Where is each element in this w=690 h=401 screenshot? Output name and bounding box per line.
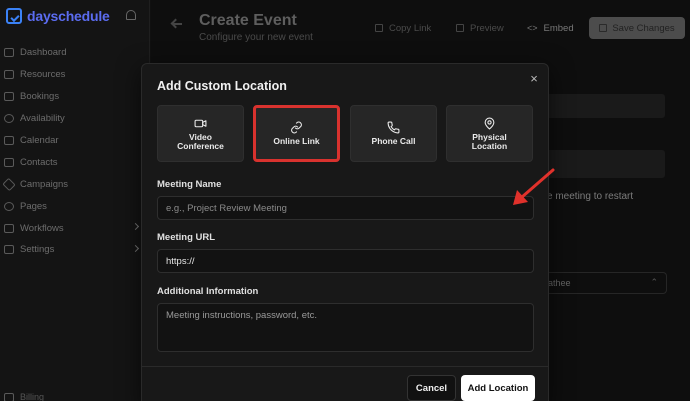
meeting-name-input[interactable] — [157, 196, 534, 220]
link-icon — [291, 121, 302, 134]
close-icon[interactable]: × — [527, 72, 541, 86]
option-phone-call[interactable]: Phone Call — [350, 105, 437, 162]
option-label: Video Conference — [177, 131, 224, 151]
copy-link-label: Copy Link — [389, 22, 432, 34]
sidebar-item-bookings[interactable]: Bookings — [4, 86, 144, 108]
background-panel — [541, 150, 665, 178]
globe-icon — [4, 201, 14, 211]
bell-icon[interactable] — [126, 10, 136, 20]
video-camera-icon — [194, 119, 207, 127]
modal-title: Add Custom Location — [157, 79, 287, 93]
sidebar: dayschedule Dashboard Resources Bookings… — [0, 0, 150, 401]
sidebar-item-workflows[interactable]: Workflows — [4, 217, 144, 239]
page-subtitle: Configure your new event — [199, 32, 313, 43]
rocket-icon — [2, 177, 16, 191]
sidebar-nav: Dashboard Resources Bookings Availabilit… — [2, 42, 144, 261]
back-arrow-icon[interactable] — [173, 23, 182, 25]
option-online-link[interactable]: Online Link — [253, 105, 340, 162]
calendar-check-logo-icon — [6, 8, 22, 24]
sidebar-item-pages[interactable]: Pages — [4, 195, 144, 217]
sidebar-item-label: Contacts — [20, 156, 58, 168]
preview-button[interactable]: Preview — [456, 17, 504, 39]
logo-text: dayschedule — [27, 8, 110, 24]
preview-label: Preview — [470, 22, 504, 34]
sidebar-item-campaigns[interactable]: Campaigns — [2, 173, 144, 195]
option-physical-location[interactable]: Physical Location — [446, 105, 533, 162]
sidebar-item-label: Bookings — [20, 91, 60, 103]
folder-icon — [4, 70, 14, 80]
option-label: Physical Location — [471, 131, 508, 151]
save-changes-label: Save Changes — [612, 22, 675, 34]
map-pin-icon — [484, 117, 495, 129]
background-select-value: athee — [548, 278, 571, 288]
background-select[interactable]: athee — [537, 272, 667, 294]
save-icon — [599, 24, 608, 32]
copy-link-button[interactable]: Copy Link — [375, 17, 431, 39]
embed-label: Embed — [543, 22, 574, 34]
sidebar-item-label: Availability — [20, 113, 65, 125]
meeting-url-input[interactable] — [157, 249, 534, 273]
additional-information-textarea[interactable] — [157, 303, 534, 352]
sidebar-item-dashboard[interactable]: Dashboard — [4, 42, 144, 64]
meeting-name-label: Meeting Name — [157, 179, 222, 190]
sidebar-item-label: Campaigns — [20, 178, 69, 190]
phone-icon — [387, 121, 400, 134]
sidebar-item-settings[interactable]: Settings — [4, 239, 144, 261]
app-logo[interactable]: dayschedule — [6, 8, 110, 24]
calendar-check-icon — [4, 92, 14, 102]
sidebar-item-availability[interactable]: Availability — [4, 108, 144, 130]
chart-icon — [4, 48, 14, 58]
clock-icon — [4, 114, 14, 124]
option-label: Online Link — [273, 136, 320, 146]
sidebar-item-billing[interactable]: Billing — [4, 392, 44, 401]
sliders-icon — [4, 245, 14, 255]
sidebar-item-label: Dashboard — [20, 47, 67, 59]
sidebar-item-label: Calendar — [20, 135, 59, 146]
sidebar-item-label: Resources — [20, 69, 66, 81]
sidebar-item-resources[interactable]: Resources — [4, 64, 144, 86]
save-changes-button[interactable]: Save Changes — [589, 17, 685, 39]
sidebar-item-label: Pages — [20, 200, 47, 212]
modal-footer-divider — [142, 366, 548, 367]
contacts-icon — [4, 157, 14, 167]
external-link-icon — [456, 24, 464, 32]
chevron-right-icon — [131, 244, 140, 253]
sidebar-item-contacts[interactable]: Contacts — [4, 151, 144, 173]
calendar-icon — [4, 136, 14, 145]
meeting-url-label: Meeting URL — [157, 232, 216, 243]
additional-information-label: Additional Information — [157, 286, 259, 297]
add-location-button[interactable]: Add Location — [461, 375, 535, 401]
sidebar-item-label: Settings — [20, 244, 55, 256]
add-custom-location-modal: Add Custom Location × Video Conference O… — [141, 63, 549, 401]
flow-icon — [4, 223, 14, 233]
background-restart-text: e meeting to restart — [547, 191, 634, 202]
sidebar-item-label: Billing — [20, 392, 45, 401]
card-icon — [4, 392, 14, 401]
cancel-button[interactable]: Cancel — [407, 375, 456, 401]
chevron-right-icon — [131, 223, 140, 231]
page-title: Create Event — [199, 12, 297, 29]
option-video-conference[interactable]: Video Conference — [157, 105, 244, 162]
copy-icon — [375, 24, 383, 32]
background-panel — [541, 94, 665, 118]
sidebar-item-label: Workflows — [20, 222, 64, 234]
option-label: Phone Call — [371, 136, 416, 146]
sidebar-item-calendar[interactable]: Calendar — [4, 130, 144, 152]
code-icon: <> — [527, 23, 538, 33]
embed-button[interactable]: <> Embed — [527, 17, 574, 39]
